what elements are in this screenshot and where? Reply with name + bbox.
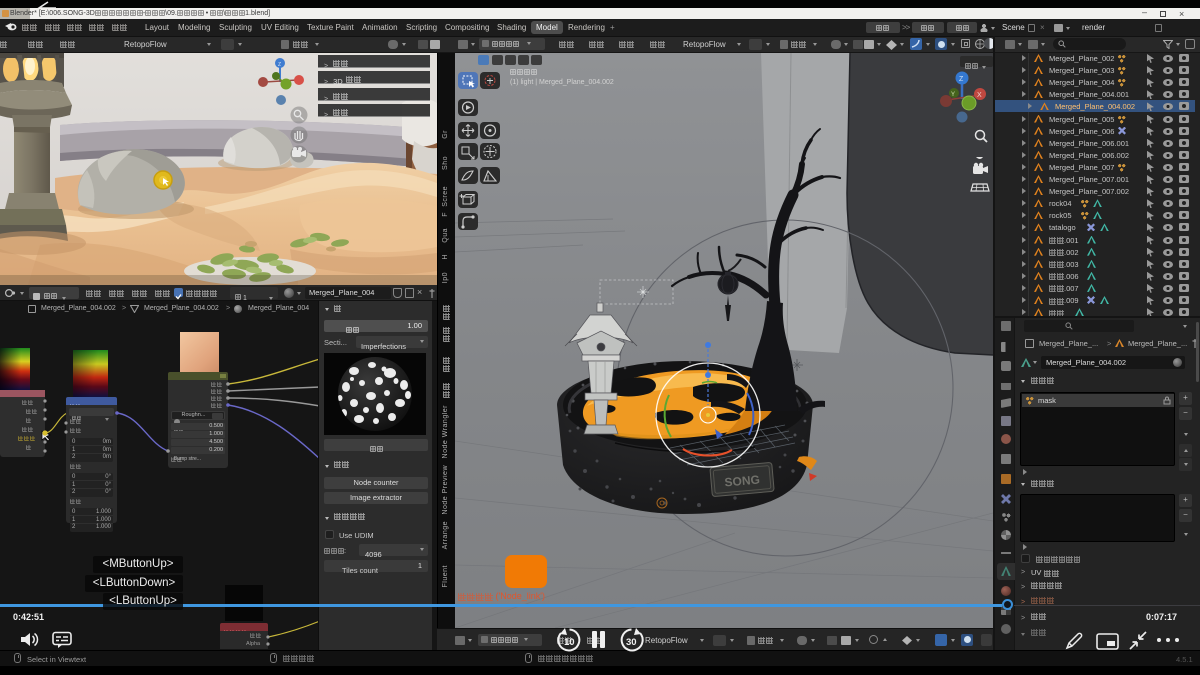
- svg-text:Z: Z: [959, 76, 964, 83]
- svg-text:10: 10: [564, 637, 575, 648]
- svg-text:X: X: [977, 92, 982, 99]
- svg-text:Y: Y: [951, 92, 955, 98]
- svg-text:30: 30: [626, 637, 637, 648]
- svg-text:Z: Z: [278, 62, 281, 68]
